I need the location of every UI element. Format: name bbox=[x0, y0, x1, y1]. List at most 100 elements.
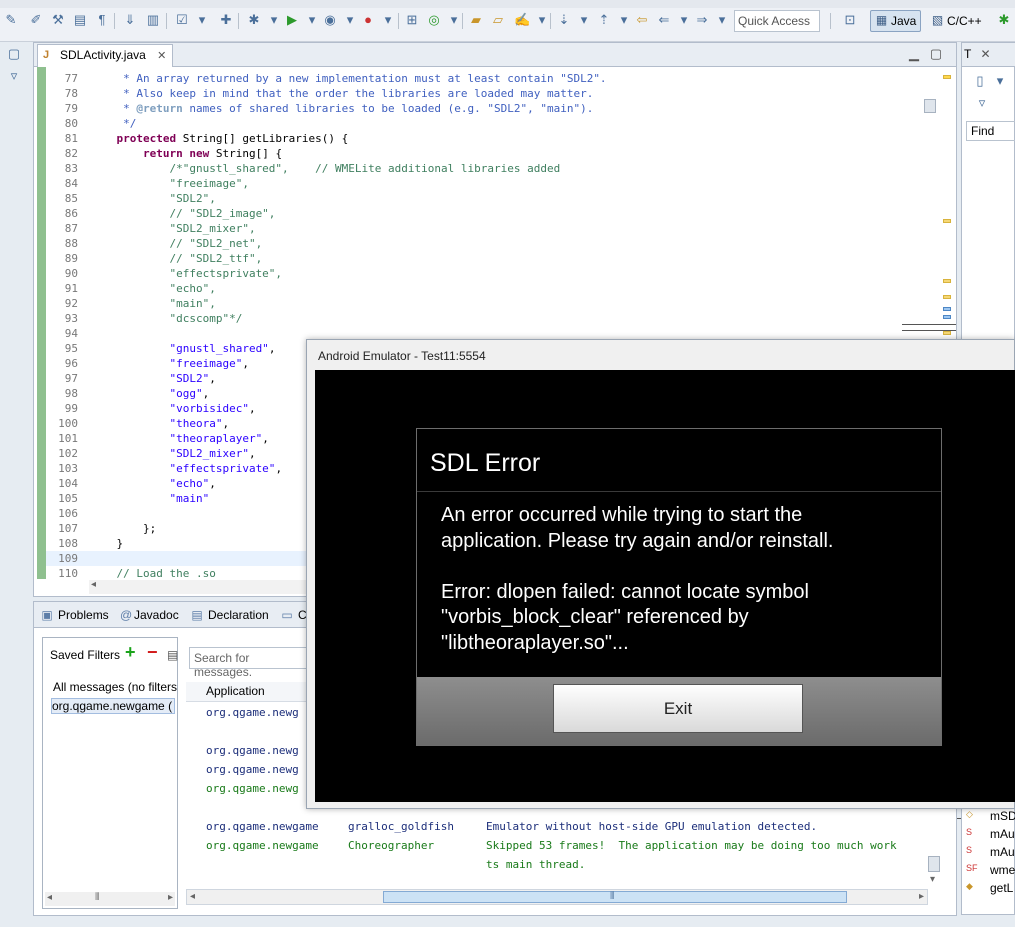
code-line[interactable]: 79 * @return names of shared libraries t… bbox=[46, 101, 926, 116]
tab-console[interactable]: ▭ C bbox=[280, 608, 306, 622]
occurrence-marker[interactable] bbox=[943, 295, 951, 299]
scroll-left-icon[interactable]: ◂ bbox=[91, 579, 96, 590]
paragraph-icon[interactable]: ¶ bbox=[94, 12, 110, 28]
log-horizontal-scrollbar[interactable]: ◂ ⦀ ▸ bbox=[186, 889, 928, 905]
dropdown-arrow-icon[interactable]: ▾ bbox=[266, 12, 282, 28]
close-icon[interactable]: ✕ bbox=[157, 50, 166, 62]
prev-annotation-icon[interactable]: ⇡ bbox=[596, 12, 612, 28]
dropdown-arrow-icon[interactable]: ▾ bbox=[534, 12, 550, 28]
open-folder-icon[interactable]: ▰ bbox=[468, 12, 484, 28]
code-line[interactable]: 88 // "SDL2_net", bbox=[46, 236, 926, 251]
edit-icon[interactable]: ⚒ bbox=[50, 12, 66, 28]
external-tools-icon[interactable]: ● bbox=[360, 12, 376, 28]
forward-arrow-icon[interactable]: ⇒ bbox=[694, 12, 710, 28]
log-search-input[interactable]: Search for messages. bbox=[189, 647, 309, 679]
close-icon[interactable]: ✕ bbox=[980, 47, 990, 61]
find-input[interactable]: Find bbox=[966, 121, 1015, 141]
filter-item-newgame[interactable]: org.qgame.newgame ( bbox=[51, 698, 175, 714]
dropdown-arrow-icon[interactable]: ▾ bbox=[342, 12, 358, 28]
filter-item-all[interactable]: All messages (no filters) bbox=[53, 680, 177, 694]
debug-perspective-icon[interactable]: ✱ bbox=[996, 12, 1012, 28]
occurrence-marker[interactable] bbox=[943, 315, 951, 319]
code-line[interactable]: 78 * Also keep in mind that the order th… bbox=[46, 86, 926, 101]
code-line[interactable]: 84 "freeimage", bbox=[46, 176, 926, 191]
next-annotation-icon[interactable]: ⇣ bbox=[556, 12, 572, 28]
tab-problems[interactable]: ▣ Problems bbox=[40, 608, 108, 622]
folder-icon[interactable]: ▱ bbox=[490, 12, 506, 28]
pencil-icon[interactable]: ✐ bbox=[28, 12, 44, 28]
log-scroll-thumb[interactable] bbox=[928, 856, 940, 872]
tool-icon[interactable]: ✎ bbox=[3, 12, 19, 28]
occurrence-marker[interactable] bbox=[943, 331, 951, 335]
perspective-cpp[interactable]: ▧ C/C++ bbox=[926, 10, 987, 32]
dropdown-arrow-icon[interactable]: ▾ bbox=[616, 12, 632, 28]
code-line[interactable]: 86 // "SDL2_image", bbox=[46, 206, 926, 221]
maximize-icon[interactable]: ▢ bbox=[928, 46, 944, 62]
new-icon[interactable]: ✚ bbox=[218, 12, 234, 28]
dropdown-arrow-icon[interactable]: ▾ bbox=[576, 12, 592, 28]
tab-javadoc[interactable]: @ Javadoc bbox=[120, 608, 179, 622]
emulator-screen[interactable]: SDL Error An error occurred while trying… bbox=[315, 370, 1015, 802]
remove-filter-icon[interactable]: − bbox=[147, 642, 158, 663]
outline-item[interactable]: mSD bbox=[990, 809, 1015, 823]
view-menu-icon[interactable]: ▿ bbox=[974, 95, 990, 111]
scroll-down-icon[interactable]: ▾ bbox=[930, 874, 935, 885]
last-edit-icon[interactable]: ⇦ bbox=[634, 12, 650, 28]
minimize-icon[interactable]: ▁ bbox=[906, 46, 922, 62]
outline-item[interactable]: wme bbox=[990, 863, 1015, 877]
tab-declaration[interactable]: ▤ Declaration bbox=[190, 608, 268, 622]
dropdown-arrow-icon[interactable]: ▾ bbox=[446, 12, 462, 28]
open-perspective-icon[interactable]: ⊡ bbox=[842, 12, 858, 28]
task-list-tab[interactable]: T bbox=[964, 47, 971, 61]
scroll-right-icon[interactable]: ▸ bbox=[919, 891, 924, 902]
brush-icon[interactable]: ✍ bbox=[514, 12, 530, 28]
code-line[interactable]: 91 "echo", bbox=[46, 281, 926, 296]
dropdown-arrow-icon[interactable]: ▾ bbox=[714, 12, 730, 28]
code-line[interactable]: 77 * An array returned by a new implemen… bbox=[46, 71, 926, 86]
view-menu-icon[interactable]: ▿ bbox=[6, 68, 22, 84]
scroll-grip-icon[interactable]: ⦀ bbox=[95, 892, 99, 903]
occurrence-marker[interactable] bbox=[943, 279, 951, 283]
checkbox-icon[interactable]: ☑ bbox=[174, 12, 190, 28]
back-arrow-icon[interactable]: ⇐ bbox=[656, 12, 672, 28]
download-icon[interactable]: ⇓ bbox=[122, 12, 138, 28]
warning-marker[interactable] bbox=[943, 75, 951, 79]
code-line[interactable]: 90 "effectsprivate", bbox=[46, 266, 926, 281]
code-line[interactable]: 92 "main", bbox=[46, 296, 926, 311]
new-task-icon[interactable]: ▯ bbox=[972, 73, 988, 89]
edit-filter-icon[interactable]: ▤ bbox=[167, 648, 178, 662]
outline-item[interactable]: mAu bbox=[990, 845, 1015, 859]
code-line[interactable]: 87 "SDL2_mixer", bbox=[46, 221, 926, 236]
log-horizontal-thumb[interactable]: ⦀ bbox=[383, 891, 847, 903]
code-line[interactable]: 83 /*"gnustl_shared", // WMELite additio… bbox=[46, 161, 926, 176]
outline-item[interactable]: mAu bbox=[990, 827, 1015, 841]
editor-tab-sdlactivity[interactable]: J SDLActivity.java ✕ bbox=[37, 44, 174, 67]
dropdown-arrow-icon[interactable]: ▾ bbox=[992, 73, 1008, 89]
scroll-left-icon[interactable]: ◂ bbox=[47, 892, 52, 903]
page-icon[interactable]: ▤ bbox=[72, 12, 88, 28]
perspective-java[interactable]: ▦ Java bbox=[870, 10, 922, 32]
dropdown-arrow-icon[interactable]: ▾ bbox=[304, 12, 320, 28]
run-icon[interactable]: ▶ bbox=[284, 12, 300, 28]
restore-icon[interactable]: ▢ bbox=[6, 46, 22, 62]
occurrence-marker[interactable] bbox=[943, 307, 951, 311]
code-line[interactable]: 82 return new String[] { bbox=[46, 146, 926, 161]
package-icon[interactable]: ⊞ bbox=[404, 12, 420, 28]
dropdown-arrow-icon[interactable]: ▾ bbox=[380, 12, 396, 28]
occurrence-marker[interactable] bbox=[943, 219, 951, 223]
outline-item[interactable]: getL bbox=[990, 881, 1013, 895]
add-filter-icon[interactable]: + bbox=[125, 642, 136, 663]
column-application[interactable]: Application bbox=[206, 684, 265, 698]
code-line[interactable]: 85 "SDL2", bbox=[46, 191, 926, 206]
scroll-left-icon[interactable]: ◂ bbox=[190, 891, 195, 902]
battery-icon[interactable]: ▥ bbox=[145, 12, 161, 28]
code-line[interactable]: 93 "dcscomp"*/ bbox=[46, 311, 926, 326]
debug-bug-icon[interactable]: ✱ bbox=[246, 12, 262, 28]
code-line[interactable]: 80 */ bbox=[46, 116, 926, 131]
dropdown-arrow-icon[interactable]: ▾ bbox=[676, 12, 692, 28]
quick-access-input[interactable]: Quick Access bbox=[734, 10, 820, 32]
filters-horizontal-scrollbar[interactable]: ◂ ⦀ ▸ bbox=[45, 892, 175, 906]
exit-button[interactable]: Exit bbox=[553, 684, 803, 733]
editor-scroll-thumb[interactable] bbox=[924, 99, 936, 113]
dropdown-arrow-icon[interactable]: ▾ bbox=[194, 12, 210, 28]
